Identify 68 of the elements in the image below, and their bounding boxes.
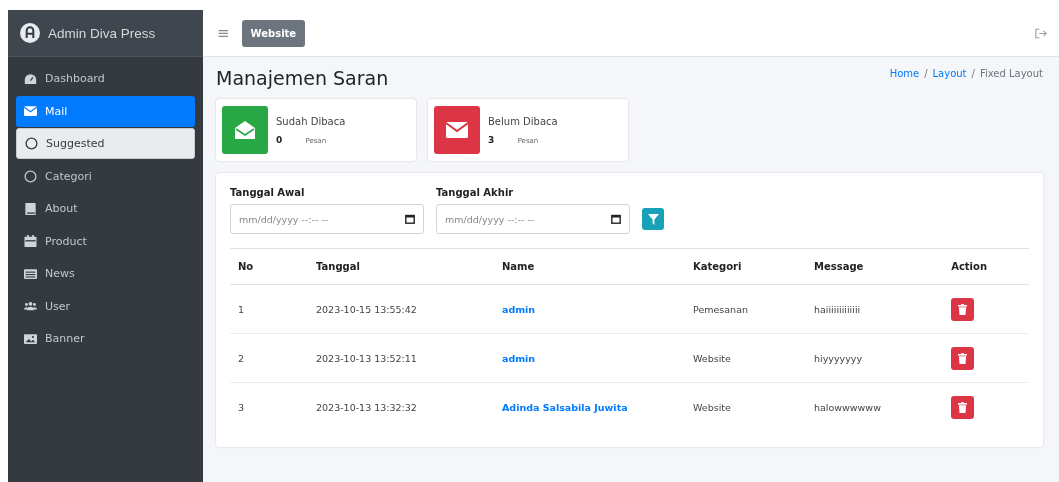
calendar-icon[interactable] [405, 214, 415, 224]
field-label: Tanggal Awal [230, 187, 306, 198]
column-header: Message [814, 261, 864, 272]
name-link[interactable]: Adinda Salsabila Juwita [502, 401, 628, 413]
menu-button[interactable]: ≡ [215, 24, 232, 42]
sidebar-item[interactable]: About [16, 193, 195, 224]
table-cell: haiiiiiiiiiiiii [814, 303, 861, 315]
calendar-icon [24, 235, 37, 247]
filter-button[interactable] [642, 208, 664, 230]
breadcrumb-separator: / [971, 67, 975, 79]
sidebar-subitem[interactable]: Suggested [16, 128, 195, 159]
circle-icon [25, 137, 38, 150]
table-cell: 3 [238, 401, 245, 413]
column-header: Name [502, 261, 535, 272]
breadcrumb-link[interactable]: Layout [932, 67, 967, 79]
date-field[interactable]: mm/dd/yyyy --:-- -- [436, 204, 630, 234]
filter-icon [647, 213, 659, 225]
table-cell: Website [693, 401, 731, 413]
table-cell: 1 [238, 303, 245, 315]
trash-icon [958, 401, 968, 413]
envelope-icon [24, 105, 37, 117]
delete-button[interactable] [951, 395, 975, 419]
table-cell: Website [693, 352, 731, 364]
date-field[interactable]: mm/dd/yyyy --:-- -- [230, 204, 424, 234]
sidebar-item[interactable]: Dashboard [16, 63, 195, 94]
breadcrumb-separator: / [924, 67, 928, 79]
column-header: Tanggal [316, 261, 360, 272]
table-cell: hiyyyyyyy [814, 352, 862, 364]
sidebar-item[interactable]: Product [16, 225, 195, 257]
stat-count: 3 [488, 134, 496, 145]
table-cell: 2023-10-13 13:32:32 [316, 401, 417, 413]
sidebar-item[interactable]: Banner [16, 323, 195, 354]
stat-label: Sudah Dibaca [276, 115, 346, 127]
delete-button[interactable] [951, 346, 975, 370]
delete-button[interactable] [951, 297, 975, 321]
table-cell: 2023-10-13 13:52:11 [316, 352, 417, 364]
column-header: No [238, 261, 254, 272]
circle-icon [24, 169, 37, 183]
logout-icon[interactable] [1035, 27, 1047, 39]
newspaper-icon [24, 267, 37, 280]
column-header: Action [951, 261, 988, 272]
brand-title: Admin Diva Press [48, 25, 156, 41]
column-header: Kategori [693, 261, 742, 272]
trash-icon [958, 303, 968, 315]
page-title: Manajemen Saran [216, 67, 389, 89]
stat-count: 0 [276, 134, 284, 145]
sidebar-item[interactable]: News [16, 258, 195, 289]
trash-icon [958, 352, 968, 364]
stat-label: Belum Dibaca [488, 115, 558, 127]
image-icon [24, 332, 37, 345]
field-label: Tanggal Akhir [436, 187, 515, 198]
table-cell: Pemesanan [693, 303, 748, 315]
name-link[interactable]: admin [502, 303, 536, 315]
table-cell: halowwwwww [814, 401, 881, 413]
breadcrumb-current: Fixed Layout [979, 67, 1043, 79]
website-button[interactable]: Website [241, 19, 306, 47]
table-cell: 2 [238, 352, 245, 364]
dashboard-icon [24, 72, 37, 85]
sidebar-item[interactable]: User [16, 290, 195, 322]
breadcrumb-link[interactable]: Home [889, 67, 920, 79]
table-cell: 2023-10-15 13:55:42 [316, 303, 417, 315]
sidebar-item[interactable]: Mail [16, 95, 195, 127]
book-icon [24, 202, 37, 215]
users-icon [24, 300, 37, 312]
sidebar-subitem[interactable]: Categori [16, 160, 195, 192]
name-link[interactable]: admin [502, 352, 536, 364]
logo-icon [20, 23, 40, 43]
calendar-icon[interactable] [611, 214, 621, 224]
